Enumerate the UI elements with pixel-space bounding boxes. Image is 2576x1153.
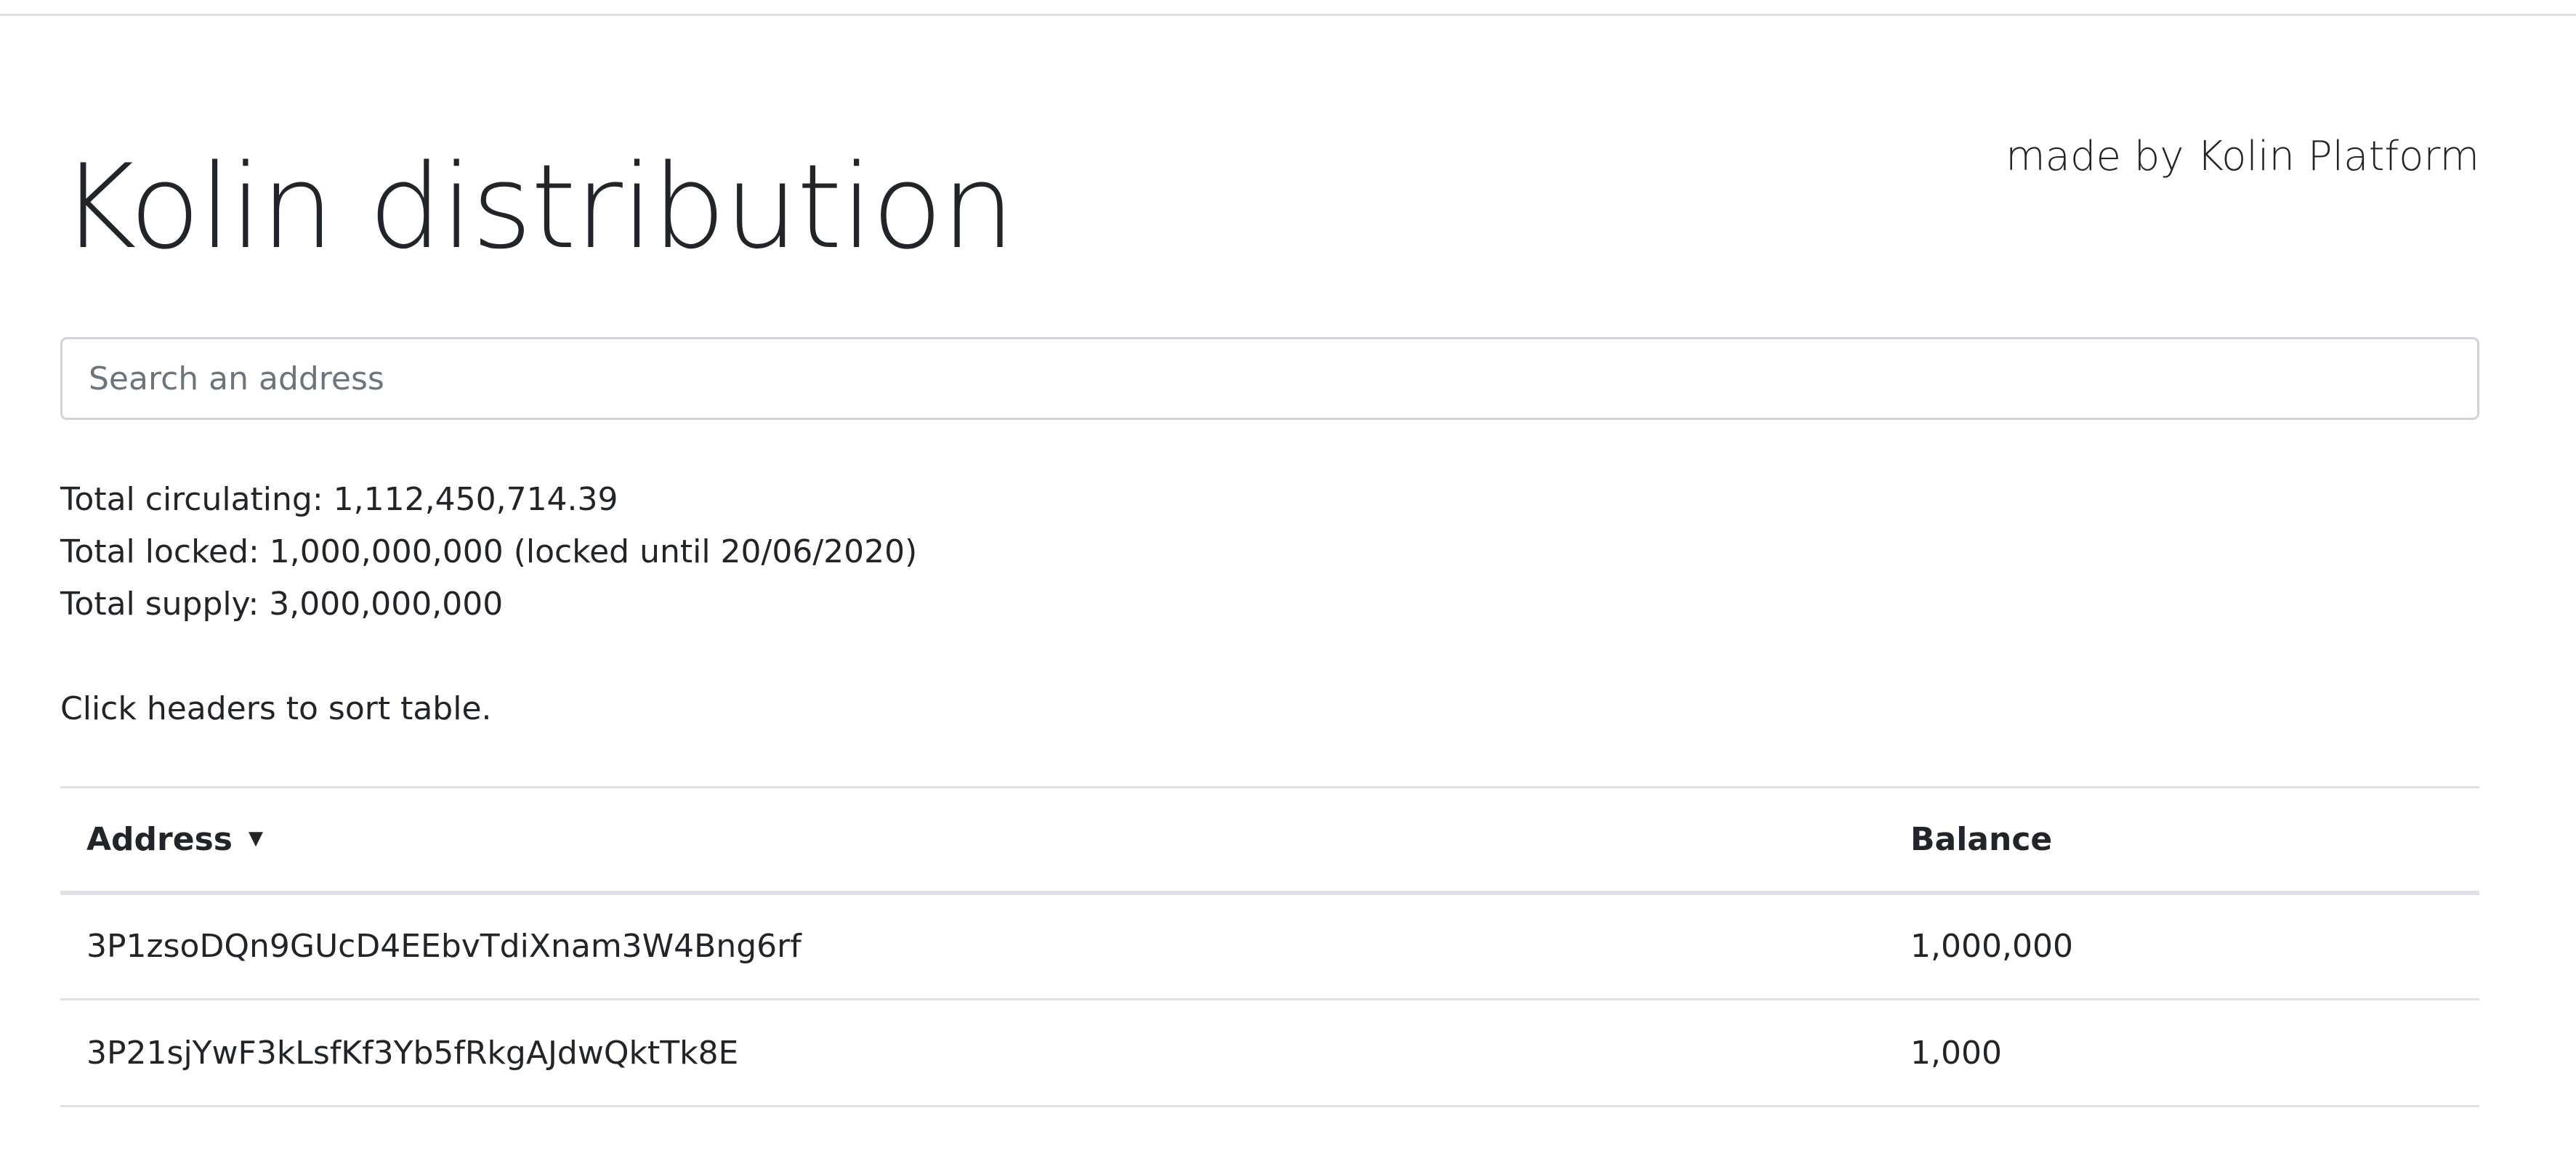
balance-header-label: Balance (1910, 820, 2053, 858)
sort-hint: Click headers to sort table. (60, 690, 492, 727)
balance-column-header[interactable]: Balance (1884, 786, 2479, 895)
address-search-input[interactable] (60, 337, 2479, 420)
sort-descending-icon: ▼ (248, 827, 263, 849)
address-cell: 3P1zsoDQn9GUcD4EEbvTdiXnam3W4Bng6rf (60, 892, 1884, 1000)
total-circulating: Total circulating: 1,112,450,714.39 (60, 481, 618, 518)
total-supply: Total supply: 3,000,000,000 (60, 586, 504, 623)
balance-cell: 1,000,000 (1884, 892, 2479, 1000)
table-row: 3P21sjYwF3kLsfKf3Yb5fRkgAJdwQktTk8E 1,00… (60, 999, 2479, 1107)
total-locked: Total locked: 1,000,000,000 (locked unti… (60, 533, 918, 570)
address-cell: 3P21sjYwF3kLsfKf3Yb5fRkgAJdwQktTk8E (60, 999, 1884, 1107)
page-title: Kolin distribution (60, 139, 1015, 275)
balance-cell: 1,000 (1884, 999, 2479, 1107)
distribution-table: Address ▼ Balance 3P1zsoDQn9GUcD4EEbvTdiX… (60, 786, 2479, 1107)
table-header-row: Address ▼ Balance (60, 786, 2479, 895)
made-by-credit: made by Kolin Platform (2006, 133, 2479, 180)
table-row: 3P1zsoDQn9GUcD4EEbvTdiXnam3W4Bng6rf 1,00… (60, 892, 2479, 1000)
main-container: Kolin distribution made by Kolin Platfor… (60, 0, 2479, 1153)
address-column-header[interactable]: Address ▼ (60, 786, 1884, 895)
supply-stats: Total circulating: 1,112,450,714.39 Tota… (60, 474, 917, 631)
address-header-label: Address (86, 820, 233, 858)
